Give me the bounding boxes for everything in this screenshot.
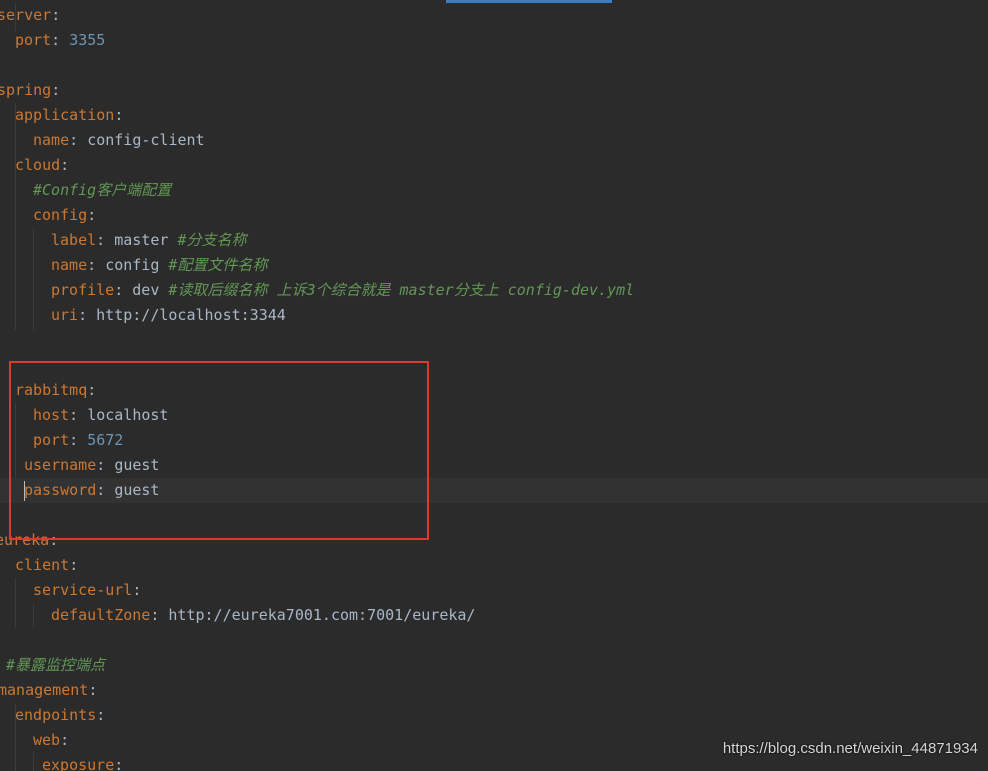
code-line[interactable]: [0, 328, 988, 353]
line-content: #Config客户端配置: [33, 178, 171, 203]
code-line[interactable]: spring:: [0, 78, 988, 103]
code-line[interactable]: #暴露监控端点: [0, 653, 988, 678]
yaml-comment: #Config客户端配置: [33, 181, 172, 199]
line-content: spring:: [0, 78, 60, 103]
code-line[interactable]: server:: [0, 3, 988, 28]
code-line[interactable]: #Config客户端配置: [0, 178, 988, 203]
code-line[interactable]: name: config-client: [0, 128, 988, 153]
code-editor[interactable]: server: port: 3355 spring: application: name…: [0, 0, 988, 771]
yaml-separator: :: [69, 556, 79, 574]
yaml-key: label: [51, 231, 97, 249]
yaml-separator: :: [87, 206, 97, 224]
code-line[interactable]: [0, 628, 988, 653]
yaml-separator: :: [87, 256, 106, 274]
annotation-box: [9, 361, 429, 540]
yaml-key: uri: [51, 306, 79, 324]
yaml-separator: :: [96, 231, 115, 249]
line-content: uri: http://localhost:3344: [51, 303, 286, 328]
code-line[interactable]: client:: [0, 553, 988, 578]
yaml-key: web: [33, 731, 61, 749]
code-line[interactable]: [0, 53, 988, 78]
yaml-separator: :: [60, 156, 70, 174]
yaml-value: 3355: [69, 31, 106, 49]
line-content: client:: [15, 553, 78, 578]
line-content: endpoints:: [15, 703, 105, 728]
line-content: label: master #分支名称: [51, 228, 246, 253]
yaml-key: port: [15, 31, 52, 49]
yaml-key: client: [15, 556, 70, 574]
yaml-value: http://localhost:3344: [96, 306, 286, 324]
line-content: management:: [0, 678, 97, 703]
yaml-key: service-url: [33, 581, 133, 599]
yaml-key: server: [0, 6, 52, 24]
yaml-value: dev: [132, 281, 160, 299]
line-content: defaultZone: http://eureka7001.com:7001/…: [51, 603, 475, 628]
yaml-key: name: [33, 131, 70, 149]
code-line[interactable]: uri: http://localhost:3344: [0, 303, 988, 328]
line-content: exposure:: [42, 753, 123, 771]
yaml-separator: :: [69, 131, 88, 149]
code-line[interactable]: cloud:: [0, 153, 988, 178]
yaml-separator: :: [60, 731, 70, 749]
yaml-value: master: [114, 231, 169, 249]
line-content: cloud:: [15, 153, 69, 178]
line-content: web:: [33, 728, 69, 753]
yaml-separator: :: [51, 31, 70, 49]
yaml-comment: #读取后缀名称 上诉3个综合就是 master分支上 config-dev.ym…: [168, 281, 635, 299]
code-line[interactable]: service-url:: [0, 578, 988, 603]
yaml-separator: :: [96, 706, 106, 724]
code-line[interactable]: name: config #配置文件名称: [0, 253, 988, 278]
line-content: profile: dev #读取后缀名称 上诉3个综合就是 master分支上 …: [51, 278, 634, 303]
code-line[interactable]: port: 3355: [0, 28, 988, 53]
code-line[interactable]: profile: dev #读取后缀名称 上诉3个综合就是 master分支上 …: [0, 278, 988, 303]
watermark: https://blog.csdn.net/weixin_44871934: [722, 740, 978, 757]
yaml-key: management: [0, 681, 89, 699]
yaml-key: config: [33, 206, 88, 224]
yaml-separator: :: [132, 581, 142, 599]
code-line[interactable]: label: master #分支名称: [0, 228, 988, 253]
code-line[interactable]: endpoints:: [0, 703, 988, 728]
line-content: server:: [0, 3, 60, 28]
yaml-value: config: [105, 256, 160, 274]
yaml-key: spring: [0, 81, 52, 99]
yaml-key: exposure: [42, 756, 115, 771]
line-content: config:: [33, 203, 96, 228]
line-content: application:: [15, 103, 123, 128]
code-line[interactable]: application:: [0, 103, 988, 128]
yaml-separator: :: [51, 6, 61, 24]
yaml-separator: :: [88, 681, 98, 699]
yaml-key: endpoints: [15, 706, 97, 724]
yaml-separator: :: [51, 81, 61, 99]
yaml-separator: :: [114, 281, 133, 299]
yaml-value: http://eureka7001.com:7001/eureka/: [168, 606, 476, 624]
yaml-value: config-client: [87, 131, 205, 149]
yaml-key: application: [15, 106, 115, 124]
line-content: name: config-client: [33, 128, 205, 153]
yaml-comment: #分支名称: [177, 231, 247, 249]
line-content: name: config #配置文件名称: [51, 253, 267, 278]
yaml-separator: :: [114, 106, 124, 124]
yaml-comment: #暴露监控端点: [6, 656, 106, 674]
yaml-key: cloud: [15, 156, 61, 174]
yaml-separator: :: [150, 606, 169, 624]
code-line[interactable]: defaultZone: http://eureka7001.com:7001/…: [0, 603, 988, 628]
yaml-key: name: [51, 256, 88, 274]
code-line[interactable]: config:: [0, 203, 988, 228]
line-content: #暴露监控端点: [6, 653, 105, 678]
yaml-key: profile: [51, 281, 115, 299]
line-content: port: 3355: [15, 28, 105, 53]
yaml-separator: :: [78, 306, 97, 324]
yaml-separator: :: [114, 756, 124, 771]
code-line[interactable]: management:: [0, 678, 988, 703]
yaml-comment: #配置文件名称: [168, 256, 268, 274]
yaml-key: defaultZone: [51, 606, 151, 624]
line-content: service-url:: [33, 578, 141, 603]
